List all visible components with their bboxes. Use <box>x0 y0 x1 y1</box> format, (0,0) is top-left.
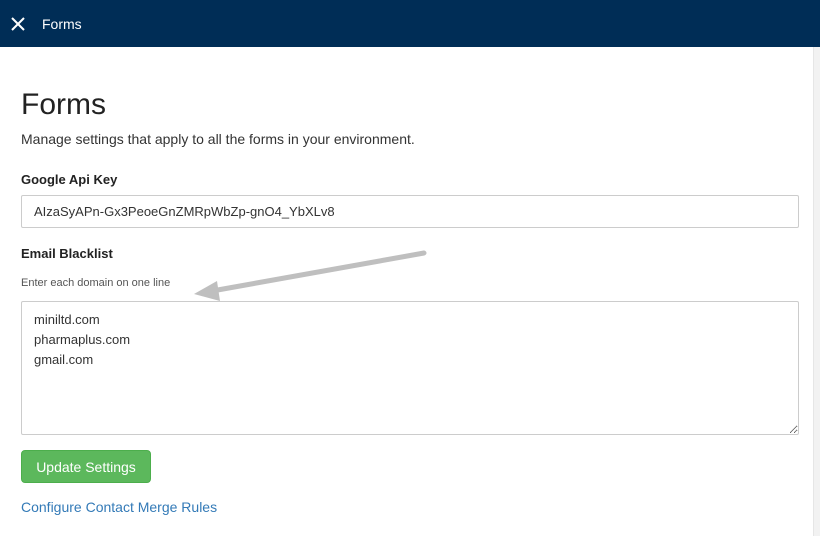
google-api-key-input[interactable] <box>21 195 799 228</box>
page-title: Forms <box>21 88 106 121</box>
email-blacklist-textarea[interactable]: miniltd.com pharmaplus.com gmail.com <box>21 301 799 435</box>
close-icon <box>11 16 25 31</box>
topbar-title: Forms <box>42 15 82 32</box>
email-blacklist-hint: Enter each domain on one line <box>21 277 171 289</box>
close-button[interactable] <box>8 14 28 34</box>
google-api-key-label: Google Api Key <box>21 172 118 187</box>
email-blacklist-label: Email Blacklist <box>21 246 113 261</box>
vertical-scrollbar[interactable] <box>813 47 820 536</box>
configure-merge-rules-link[interactable]: Configure Contact Merge Rules <box>21 499 217 515</box>
top-bar: Forms <box>0 0 820 47</box>
page-description: Manage settings that apply to all the fo… <box>21 131 415 147</box>
update-settings-button[interactable]: Update Settings <box>21 450 151 483</box>
